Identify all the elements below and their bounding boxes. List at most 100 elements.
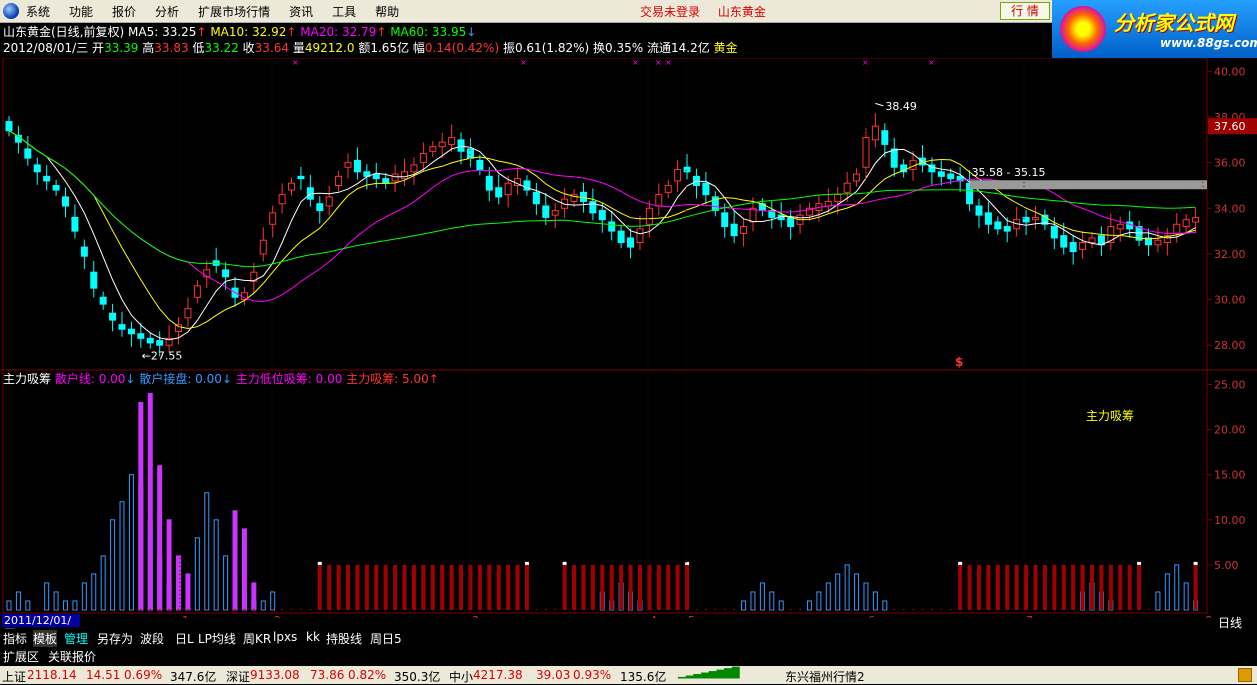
tab-5[interactable]: 日L [175,630,194,647]
down-arrow-icon: ↓ [125,372,136,386]
baseline-dot [1156,609,1159,610]
tab-10[interactable]: 持股线 [326,630,362,647]
tab-9[interactable]: kk [306,630,320,644]
candle-body [834,194,842,202]
candle-body [485,175,493,191]
red-indicator-bar [581,564,586,610]
vol-value: 49212.0 [304,41,355,55]
sh-label: 上证 [2,670,27,684]
sh-change: 14.51 [86,668,121,682]
blue-indicator-bar [204,492,210,611]
tab-7[interactable]: 周KR [243,630,271,647]
candle-body [683,166,691,173]
candle-body [787,216,795,228]
lock-icon[interactable] [1238,668,1252,682]
baseline-dot [224,609,227,610]
baseline-dot [874,609,877,610]
baseline-dot [299,609,302,610]
login-status: 交易未登录 山东黄金 [640,3,780,20]
low-annotation: ←27.55 [142,349,183,362]
sh-percent: 0.69% [124,668,163,682]
candle-body [1182,219,1190,228]
blue-indicator-bar [769,591,775,611]
baseline-dot [921,609,924,610]
blue-indicator-bar [759,582,765,611]
high-label: 高 [142,41,155,55]
baseline-dot [761,609,764,610]
white-marker [1137,561,1142,565]
red-indicator-bar [430,564,435,610]
red-indicator-bar [440,564,445,610]
baseline-dot [130,609,133,610]
menu-item-3[interactable]: 分析 [155,5,179,19]
menu-item-6[interactable]: 工具 [332,5,356,19]
candle-body [156,340,164,346]
ext-tab-0[interactable]: 扩展区 [3,648,39,665]
low-value: 33.22 [204,41,239,55]
baseline-dot [8,609,10,610]
price-axis-label: 34.00 [1214,202,1246,215]
red-indicator-bar [515,564,520,610]
tab-1[interactable]: 模板 [33,630,58,647]
blue-indicator-bar [63,600,69,611]
blue-indicator-bar [741,600,747,611]
blue-indicator-bar [194,537,200,611]
float-label: 流通 [646,41,671,55]
candle-body [52,184,60,191]
indicator-s4: 主力吸筹: 5.00 [346,372,429,386]
blue-indicator-bar [6,600,12,611]
baseline-dot [281,609,284,610]
brand-url: www.88gs.com [1160,36,1257,50]
menu-item-2[interactable]: 报价 [112,5,136,19]
current-price-label: 37.60 [1214,120,1246,133]
candle-body [335,175,343,186]
ma5-label: MA5: 33.25 [128,25,197,39]
red-indicator-bar [1061,564,1066,610]
blue-indicator-bar [119,501,125,611]
blue-indicator-bar [854,573,860,611]
indicator-s3: 主力低位吸筹: 0.00 [235,372,343,386]
menu-item-7[interactable]: 帮助 [375,5,399,19]
magenta-indicator-bar [138,402,144,611]
baseline-dot [205,609,208,610]
turn-label: 换 [593,41,606,55]
menu-item-0[interactable]: 系统 [26,5,50,19]
app-logo-icon[interactable] [3,3,19,19]
baseline-dot [949,609,952,610]
candle-body [90,271,98,289]
open-label: 开 [92,41,105,55]
red-indicator-bar [1099,564,1104,610]
baseline-dot [723,609,726,610]
baseline-dot [780,609,783,610]
blue-indicator-bar [872,591,878,611]
month-label: 6 [868,614,875,618]
red-indicator-bar [468,564,473,610]
baseline-dot [808,609,811,610]
tab-3[interactable]: 另存为 [97,630,133,647]
red-indicator-bar [1108,564,1113,610]
tab-0[interactable]: 指标 [3,630,27,647]
ext-tab-1[interactable]: 关联报价 [48,648,96,665]
title-line: 山东黄金(日线,前复权) MA5: 33.25↑ MA10: 32.92↑ MA… [3,23,476,40]
ma60-label: MA60: 33.95 [390,25,467,39]
menu-item-4[interactable]: 扩展市场行情 [198,5,270,19]
candle-body [975,205,983,216]
tab-4[interactable]: 波段 [140,630,164,647]
baseline-dot [817,609,820,610]
sh-amount: 347.6亿 [170,670,217,684]
menu-item-1[interactable]: 功能 [69,5,93,19]
tab-8[interactable]: lpxs [273,630,297,644]
baseline-dot [864,609,867,610]
red-indicator-bar [967,564,972,610]
tab-11[interactable]: 周日5 [370,630,402,647]
candle-body [984,212,992,225]
menu-item-5[interactable]: 资讯 [289,5,313,19]
sz-change: 73.86 [310,668,345,682]
kline-chart[interactable]: 40.0038.0036.0034.0032.0030.0028.0037.60… [0,58,1257,618]
candle-body [71,216,79,232]
tab-2[interactable]: 管理 [64,630,88,647]
quote-button[interactable]: 行 情 [1000,2,1050,20]
baseline-dot [186,609,189,610]
tab-6[interactable]: LP均线 [198,630,236,647]
ma20-label: MA20: 32.79 [300,25,377,39]
